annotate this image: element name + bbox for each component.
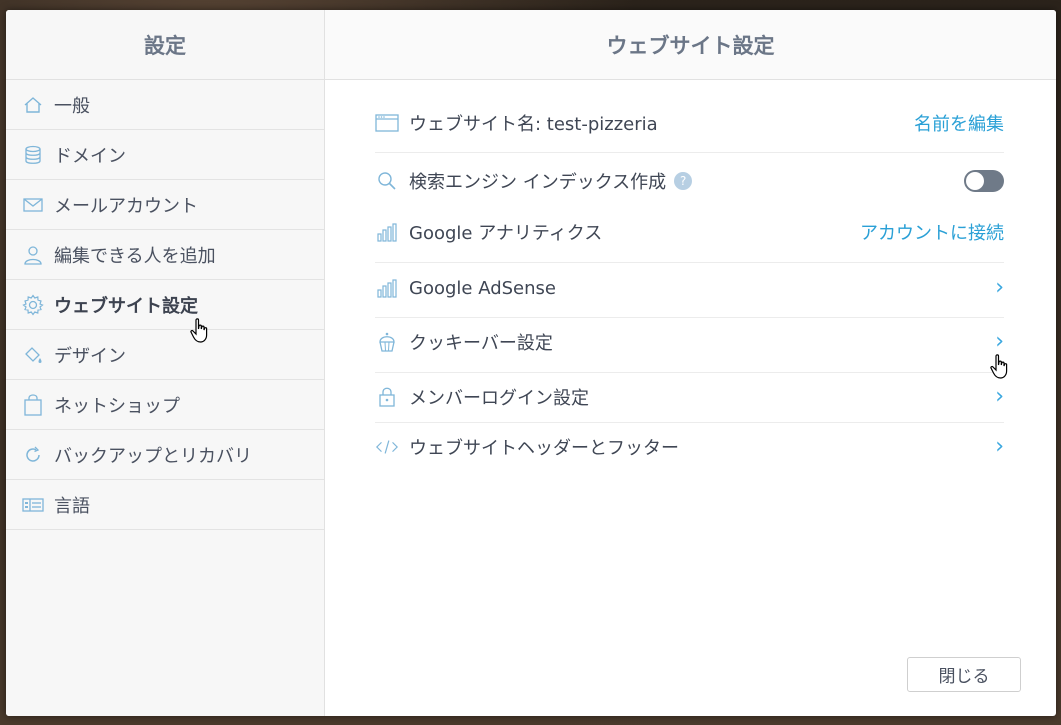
google-analytics-row: Google アナリティクス アカウントに接続 (375, 217, 1004, 247)
sidebar-item-label: ドメイン (54, 145, 126, 167)
sidebar-item-language[interactable]: 言語 (6, 480, 324, 530)
mail-icon (22, 194, 44, 216)
header-footer-label: ウェブサイトヘッダーとフッター (409, 438, 679, 459)
chevron-right-icon: › (995, 329, 1004, 354)
database-icon (22, 144, 44, 166)
sidebar-item-label: 一般 (54, 95, 90, 117)
hand-cursor-icon (990, 354, 1008, 379)
google-analytics-label: Google アナリティクス (409, 223, 603, 244)
sidebar-item-label: メールアカウント (54, 195, 198, 217)
connect-account-link[interactable]: アカウントに接続 (860, 219, 1004, 245)
sidebar-item-backup[interactable]: バックアップとリカバリ (6, 430, 324, 480)
code-icon (375, 436, 399, 458)
user-icon (22, 244, 44, 266)
home-icon (22, 94, 44, 116)
sidebar-item-label: バックアップとリカバリ (54, 445, 252, 467)
sidebar-item-label: 言語 (54, 495, 90, 517)
sidebar-item-mail[interactable]: メールアカウント (6, 180, 324, 230)
refresh-icon (22, 444, 44, 466)
cupcake-icon (375, 331, 399, 353)
website-name-label: ウェブサイト名: test-pizzeria (409, 114, 658, 135)
sidebar-item-shop[interactable]: ネットショップ (6, 380, 324, 430)
main-panel: ウェブサイト設定 ウェブサイト名: test-pizzeria 名前を編集 検索… (325, 10, 1056, 716)
sidebar-item-editors[interactable]: 編集できる人を追加 (6, 230, 324, 280)
sidebar-item-label: ネットショップ (54, 395, 180, 417)
search-icon (375, 170, 399, 192)
browser-window-icon (375, 112, 399, 134)
cookie-bar-row[interactable]: クッキーバー設定 › (375, 327, 1004, 357)
shopping-bag-icon (22, 393, 44, 416)
sidebar-item-label: 編集できる人を追加 (54, 245, 216, 267)
chevron-right-icon: › (995, 384, 1004, 409)
search-indexing-row: 検索エンジン インデックス作成 ? (375, 166, 1004, 196)
bar-chart-icon (375, 221, 399, 243)
hand-cursor-icon (190, 318, 208, 343)
chevron-right-icon: › (995, 434, 1004, 459)
gear-icon (22, 293, 44, 316)
divider (375, 262, 1004, 263)
divider (375, 317, 1004, 318)
search-indexing-label: 検索エンジン インデックス作成 (409, 172, 667, 193)
edit-name-link[interactable]: 名前を編集 (914, 110, 1004, 136)
lock-icon (375, 386, 399, 408)
google-adsense-row[interactable]: Google AdSense › (375, 273, 1004, 303)
page-title: ウェブサイト設定 (325, 10, 1056, 80)
divider (375, 372, 1004, 373)
settings-modal: 設定 一般 ドメイン メールアカウント 編集できる人を追加 ウェブサイト設定 デ… (6, 10, 1056, 716)
divider (375, 152, 1004, 153)
close-button[interactable]: 閉じる (907, 657, 1021, 692)
google-adsense-label: Google AdSense (409, 277, 556, 299)
bar-chart-icon (375, 277, 399, 299)
settings-sidebar: 設定 一般 ドメイン メールアカウント 編集できる人を追加 ウェブサイト設定 デ… (6, 10, 325, 716)
sidebar-item-design[interactable]: デザイン (6, 330, 324, 380)
sidebar-item-label: デザイン (54, 345, 126, 367)
divider (375, 422, 1004, 423)
sidebar-item-website-settings[interactable]: ウェブサイト設定 (6, 280, 324, 330)
search-indexing-toggle[interactable] (964, 170, 1004, 192)
cookie-bar-label: クッキーバー設定 (409, 333, 553, 354)
member-login-row[interactable]: メンバーログイン設定 › (375, 382, 1004, 412)
chevron-right-icon: › (995, 275, 1004, 300)
website-name-row: ウェブサイト名: test-pizzeria 名前を編集 (375, 108, 1004, 138)
header-footer-row[interactable]: ウェブサイトヘッダーとフッター › (375, 432, 1004, 462)
search-indexing-toggle-wrap (964, 170, 1004, 192)
language-icon (22, 494, 44, 516)
help-icon[interactable]: ? (674, 172, 693, 190)
sidebar-item-domain[interactable]: ドメイン (6, 130, 324, 180)
toggle-knob (966, 172, 984, 190)
member-login-label: メンバーログイン設定 (409, 388, 589, 409)
paint-bucket-icon (22, 344, 44, 366)
sidebar-title: 設定 (6, 10, 324, 80)
sidebar-item-general[interactable]: 一般 (6, 80, 324, 130)
sidebar-item-label: ウェブサイト設定 (54, 295, 198, 317)
